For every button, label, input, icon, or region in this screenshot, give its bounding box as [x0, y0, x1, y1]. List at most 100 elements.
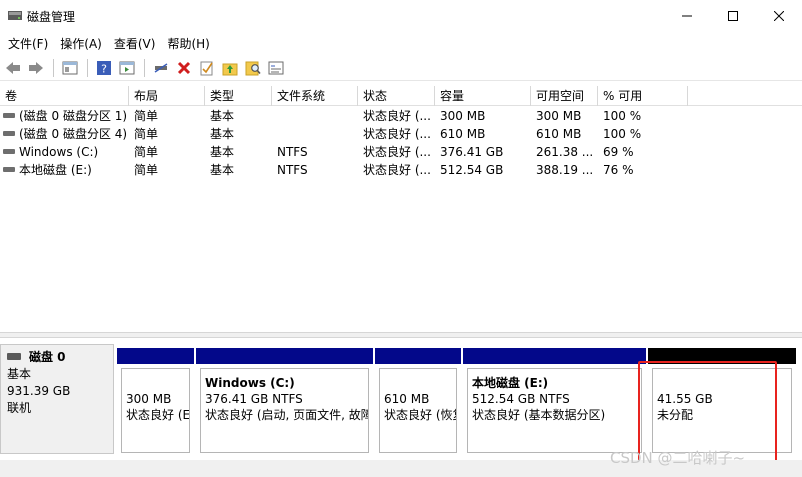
partition-bar [196, 348, 373, 364]
cell-volume: Windows (C:) [0, 143, 129, 161]
cell-filesystem: NTFS [277, 163, 308, 177]
menu-view[interactable]: 查看(V) [108, 33, 162, 54]
cell-layout: 简单 [134, 145, 159, 159]
volume-icon [3, 149, 15, 154]
cell-status: 状态良好 (... [363, 109, 431, 123]
table-row[interactable]: 本地磁盘 (E:) 简单 基本 NTFS 状态良好 (... 512.54 GB… [0, 161, 802, 179]
column-header-type[interactable]: 类型 [205, 86, 272, 106]
cell-layout: 简单 [134, 109, 159, 123]
partition-size: 512.54 GB NTFS [472, 392, 570, 406]
close-button[interactable] [756, 0, 802, 32]
cell-free-space: 388.19 ... [536, 163, 594, 177]
cell-free-space: 261.38 ... [536, 145, 594, 159]
delete-icon[interactable] [173, 57, 195, 79]
cell-status: 状态良好 (... [363, 145, 431, 159]
toolbar-separator [53, 58, 54, 77]
disk-icon [7, 353, 21, 360]
search-icon[interactable] [242, 57, 264, 79]
disk-size: 931.39 GB [7, 384, 71, 398]
column-header-capacity[interactable]: 容量 [435, 86, 531, 106]
volume-name: Windows (C:) [19, 145, 99, 159]
properties-icon[interactable] [116, 57, 138, 79]
menu-file[interactable]: 文件(F) [2, 33, 54, 54]
partition-body: Windows (C:) 376.41 GB NTFS 状态良好 (启动, 页面… [200, 368, 369, 453]
cell-filesystem: NTFS [277, 145, 308, 159]
cell-percent-free: 100 % [603, 127, 642, 141]
cell-percent-free: 100 % [603, 109, 642, 123]
partition-size: 376.41 GB NTFS [205, 392, 303, 406]
partition-bar [463, 348, 646, 364]
check-icon[interactable] [196, 57, 218, 79]
partition-block[interactable]: 本地磁盘 (E:) 512.54 GB NTFS 状态良好 (基本数据分区) [463, 348, 646, 457]
column-header-volume[interactable]: 卷 [0, 86, 129, 106]
cell-percent-free: 69 % [603, 145, 634, 159]
cell-capacity: 300 MB [440, 109, 486, 123]
forward-icon[interactable] [25, 57, 47, 79]
console-icon[interactable] [59, 57, 81, 79]
volume-name: (磁盘 0 磁盘分区 4) [19, 127, 128, 141]
partition-status: 状态良好 (基本数据分区) [472, 408, 606, 422]
cell-capacity: 376.41 GB [440, 145, 504, 159]
minimize-button[interactable] [664, 0, 710, 32]
cell-capacity: 512.54 GB [440, 163, 504, 177]
partition-bar [117, 348, 194, 364]
partition-size: 300 MB [126, 392, 172, 406]
cell-layout: 简单 [134, 127, 159, 141]
disk-status: 联机 [7, 401, 32, 415]
table-row[interactable]: (磁盘 0 磁盘分区 4) 简单 基本 状态良好 (... 610 MB 610… [0, 125, 802, 143]
partition-block[interactable]: 610 MB 状态良好 (恢复 [375, 348, 461, 457]
partition-title: 本地磁盘 (E:) [472, 376, 549, 390]
cell-free-space: 300 MB [536, 109, 582, 123]
cell-type: 基本 [210, 163, 235, 177]
partition-block[interactable]: Windows (C:) 376.41 GB NTFS 状态良好 (启动, 页面… [196, 348, 373, 457]
volume-icon [3, 167, 15, 172]
column-header-filesystem[interactable]: 文件系统 [272, 86, 358, 106]
partition-status: 状态良好 (恢复 [384, 408, 457, 422]
watermark-text: CSDN @二哈喇子~ [610, 449, 746, 467]
menu-action[interactable]: 操作(A) [54, 33, 108, 54]
list-icon[interactable] [265, 57, 287, 79]
title-bar: 磁盘管理 [0, 0, 802, 32]
column-header-percent-free[interactable]: % 可用 [598, 86, 688, 106]
volume-list-header: 卷 布局 类型 文件系统 状态 容量 可用空间 % 可用 [0, 86, 802, 106]
menu-bar: 文件(F) 操作(A) 查看(V) 帮助(H) [0, 32, 802, 54]
partition-title: Windows (C:) [205, 376, 295, 390]
toolbar-separator [87, 58, 88, 77]
cell-free-space: 610 MB [536, 127, 582, 141]
cell-status: 状态良好 (... [363, 127, 431, 141]
table-row[interactable]: Windows (C:) 简单 基本 NTFS 状态良好 (... 376.41… [0, 143, 802, 161]
connect-icon[interactable] [150, 57, 172, 79]
volume-icon [3, 131, 15, 136]
column-header-status[interactable]: 状态 [358, 86, 435, 106]
partition-body: 本地磁盘 (E:) 512.54 GB NTFS 状态良好 (基本数据分区) [467, 368, 642, 453]
help-icon[interactable]: ? [93, 57, 115, 79]
partition-status: 状态良好 (E [126, 408, 190, 422]
table-row[interactable]: (磁盘 0 磁盘分区 1) 简单 基本 状态良好 (... 300 MB 300… [0, 107, 802, 125]
toolbar: ? [0, 55, 802, 81]
volume-name: 本地磁盘 (E:) [19, 163, 92, 177]
maximize-button[interactable] [710, 0, 756, 32]
cell-volume: 本地磁盘 (E:) [0, 161, 129, 179]
disk-type: 基本 [7, 367, 32, 381]
cell-filesystem [272, 125, 358, 143]
toolbar-separator [144, 58, 145, 77]
partition-bar [375, 348, 461, 364]
folder-up-icon[interactable] [219, 57, 241, 79]
partition-block[interactable]: 300 MB 状态良好 (E [117, 348, 194, 457]
disk-title-row: 磁盘 0 [7, 349, 107, 366]
menu-help[interactable]: 帮助(H) [161, 33, 215, 54]
volume-name: (磁盘 0 磁盘分区 1) [19, 109, 128, 123]
disk-name: 磁盘 0 [29, 350, 66, 364]
cell-volume: (磁盘 0 磁盘分区 4) [0, 125, 129, 143]
window-title: 磁盘管理 [27, 10, 76, 24]
disk-info-panel[interactable]: 磁盘 0 基本 931.39 GB 联机 [0, 344, 114, 454]
cell-type: 基本 [210, 145, 235, 159]
cell-type: 基本 [210, 109, 235, 123]
column-header-free-space[interactable]: 可用空间 [531, 86, 598, 106]
column-header-layout[interactable]: 布局 [129, 86, 205, 106]
back-icon[interactable] [2, 57, 24, 79]
partition-body: 610 MB 状态良好 (恢复 [379, 368, 457, 453]
cell-percent-free: 76 % [603, 163, 634, 177]
volume-list: 卷 布局 类型 文件系统 状态 容量 可用空间 % 可用 (磁盘 0 磁盘分区 … [0, 86, 802, 332]
cell-volume: (磁盘 0 磁盘分区 1) [0, 107, 129, 125]
